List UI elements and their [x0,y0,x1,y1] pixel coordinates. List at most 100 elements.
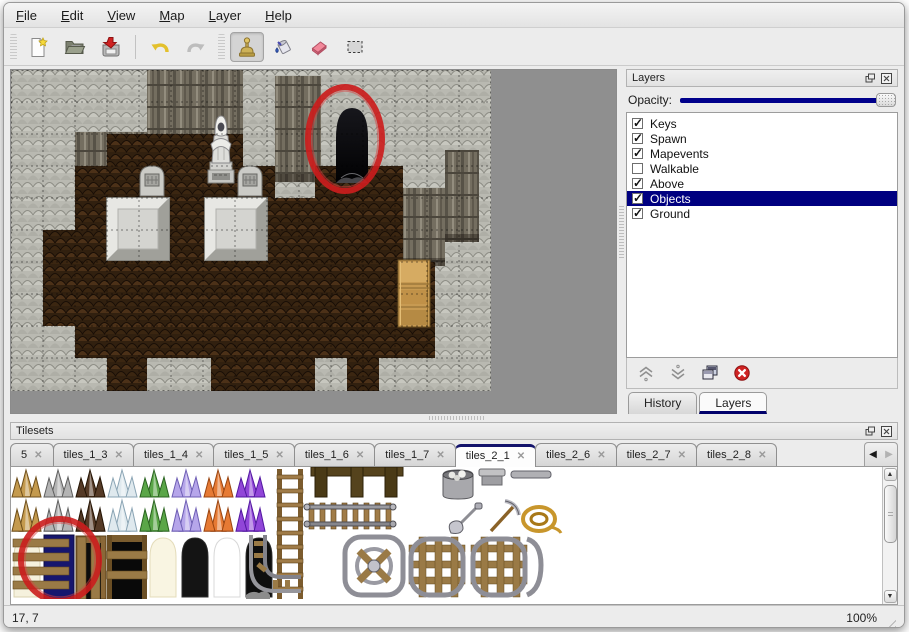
close-tab-icon[interactable]: ✕ [195,450,203,461]
tombstone-left [140,166,164,196]
tileset-tab-tiles_2_1[interactable]: tiles_2_1✕ [455,444,536,467]
opacity-slider-handle[interactable] [876,93,896,107]
right-panel: Layers Opacity: [626,66,904,414]
tileset-tab-tiles_1_6[interactable]: tiles_1_6✕ [294,443,375,466]
tileset-tab-tiles_2_7[interactable]: tiles_2_7✕ [616,443,697,466]
close-tab-icon[interactable]: ✕ [356,450,364,461]
layer-row-above[interactable]: Above [627,176,897,191]
toolbar-separator [135,35,136,59]
scrollbar-thumb[interactable] [884,485,897,543]
float-panel-button[interactable] [864,72,876,84]
scroll-up-button[interactable]: ▲ [884,468,897,481]
fill-tool-button[interactable] [266,32,300,62]
tileset-tab-tiles_2_6[interactable]: tiles_2_6✕ [535,443,616,466]
opacity-slider[interactable] [680,93,896,107]
close-tab-icon[interactable]: ✕ [678,450,686,461]
layer-name: Ground [650,207,690,221]
menu-layer[interactable]: Layer [209,8,242,23]
cursor-coords: 17, 7 [12,611,39,625]
opacity-row: Opacity: [626,87,898,112]
rect-select-tool-icon [343,35,367,59]
layer-visibility-checkbox[interactable] [632,148,643,159]
layer-visibility-checkbox[interactable] [632,208,643,219]
tab-label: tiles_1_4 [144,449,188,461]
eraser-tool-button[interactable] [302,32,336,62]
layer-row-objects[interactable]: Objects [627,191,897,206]
undo-button[interactable] [143,32,177,62]
tileset-tab-5[interactable]: 5✕ [10,443,54,466]
menu-map[interactable]: Map [159,8,184,23]
tileset-tab-tiles_1_4[interactable]: tiles_1_4 ✕ [133,443,214,466]
tab-history[interactable]: History [628,392,697,414]
opacity-label: Opacity: [628,93,672,107]
float-icon [865,426,876,437]
close-tab-icon[interactable]: ✕ [758,450,766,461]
close-tab-icon[interactable]: ✕ [517,451,525,462]
close-panel-button[interactable] [880,425,892,437]
layers-dock-titlebar: Layers [626,69,898,87]
menu-view[interactable]: View [107,8,135,23]
vertical-splitter[interactable] [617,66,626,414]
layer-visibility-checkbox[interactable] [632,133,643,144]
layer-row-spawn[interactable]: Spawn [627,131,897,146]
layers-dock-title: Layers [632,72,665,84]
tab-label: Layers [715,396,751,410]
horizontal-splitter[interactable] [4,414,904,422]
delete-layer-button[interactable] [733,364,751,382]
new-file-button[interactable] [22,32,56,62]
float-panel-button[interactable] [864,425,876,437]
layers-dock: Layers Opacity: [626,69,898,414]
layer-row-ground[interactable]: Ground [627,206,897,221]
layer-visibility-checkbox[interactable] [632,193,643,204]
close-tab-icon[interactable]: ✕ [275,450,283,461]
scroll-down-button[interactable]: ▼ [884,590,897,603]
layer-list: Keys Spawn Mapevents Walkable [626,112,898,358]
duplicate-layer-button[interactable] [701,364,719,382]
toolbar-grip[interactable] [10,34,17,60]
lower-layer-button[interactable] [669,364,687,382]
tileset-tab-tiles_1_3[interactable]: tiles_1_3 ✕ [53,443,134,466]
resize-grip[interactable] [883,616,896,628]
layer-name: Objects [650,192,691,206]
save-button[interactable] [94,32,128,62]
menu-file[interactable]: File [16,8,37,23]
tileset-image [11,467,871,599]
layer-row-mapevents[interactable]: Mapevents [627,146,897,161]
redo-button[interactable] [179,32,213,62]
tileset-tab-tiles_1_7[interactable]: tiles_1_7✕ [374,443,455,466]
toolbar-grip-2[interactable] [218,34,225,60]
layer-visibility-checkbox[interactable] [632,118,643,129]
scrollbar-track[interactable] [884,482,897,589]
layer-name: Spawn [650,132,687,146]
tab-layers[interactable]: Layers [699,392,767,414]
close-tab-icon[interactable]: ✕ [436,450,444,461]
map-canvas[interactable] [10,69,617,414]
select-tool-button[interactable] [338,32,372,62]
splitter-grip [429,416,485,420]
close-tab-icon[interactable]: ✕ [115,450,123,461]
open-button[interactable] [58,32,92,62]
raise-layer-button[interactable] [637,364,655,382]
close-panel-button[interactable] [880,72,892,84]
layer-visibility-checkbox[interactable] [632,178,643,189]
layer-visibility-checkbox[interactable] [632,163,643,174]
layer-row-walkable[interactable]: Walkable [627,161,897,176]
scroll-tabs-left-button[interactable]: ◀ [865,449,881,460]
open-folder-icon [63,35,87,59]
stamp-tool-button[interactable] [230,32,264,62]
close-tab-icon[interactable]: ✕ [34,450,42,461]
close-icon [881,73,892,84]
menu-help[interactable]: Help [265,8,292,23]
map-image [11,70,491,391]
close-tab-icon[interactable]: ✕ [597,450,605,461]
scroll-tabs-right-button[interactable]: ▶ [881,449,897,460]
menu-edit[interactable]: Edit [61,8,83,23]
tileset-tab-tiles_1_5[interactable]: tiles_1_5✕ [213,443,294,466]
tileset-canvas[interactable] [11,467,882,604]
undo-icon [148,35,172,59]
close-icon [881,426,892,437]
tab-label: tiles_1_3 [64,449,108,461]
tileset-tab-tiles_2_8[interactable]: tiles_2_8✕ [696,443,777,466]
layer-row-keys[interactable]: Keys [627,116,897,131]
layer-name: Above [650,177,684,191]
